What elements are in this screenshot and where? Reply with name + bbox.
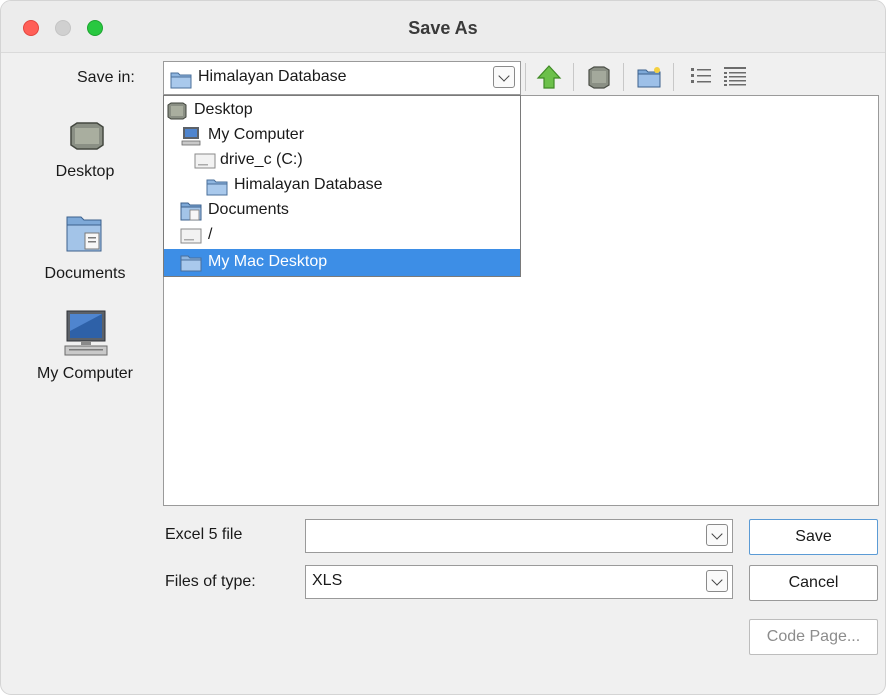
place-desktop[interactable]: Desktop xyxy=(15,119,155,189)
up-folder-icon[interactable] xyxy=(535,63,563,91)
toolbar-separator xyxy=(673,63,674,91)
list-view-icon[interactable] xyxy=(687,63,715,91)
folder-icon xyxy=(206,179,228,196)
computer-icon xyxy=(64,310,108,356)
file-name-dropdown-button[interactable] xyxy=(706,524,728,546)
dropdown-item-label: My Computer xyxy=(208,126,305,143)
toolbar-separator xyxy=(525,63,526,91)
dropdown-item-label: Documents xyxy=(208,201,289,218)
toolbar-separator xyxy=(623,63,624,91)
place-label: Desktop xyxy=(55,163,115,180)
documents-icon xyxy=(180,202,202,221)
details-view-icon[interactable] xyxy=(721,63,749,91)
place-label: My Computer xyxy=(36,365,134,382)
dropdown-item-documents[interactable]: Documents xyxy=(164,198,520,223)
file-type-value: XLS xyxy=(312,572,343,589)
file-type-dropdown-button[interactable] xyxy=(706,570,728,592)
title-bar: Save As xyxy=(1,1,885,53)
dropdown-item-label: Himalayan Database xyxy=(234,176,383,193)
file-name-combo[interactable] xyxy=(305,519,733,553)
dropdown-item-drive-c[interactable]: drive_c (C:) xyxy=(164,148,520,173)
place-my-computer[interactable]: My Computer xyxy=(15,309,155,389)
desktop-icon xyxy=(167,102,187,120)
cancel-button[interactable]: Cancel xyxy=(749,565,878,601)
file-type-combo[interactable]: XLS xyxy=(305,565,733,599)
desktop-icon[interactable] xyxy=(585,63,613,91)
save-in-dropdown-list: Desktop My Computer drive_c (C:) Himalay… xyxy=(163,95,521,277)
drive-icon xyxy=(180,228,202,244)
dropdown-item-himalayan-database[interactable]: Himalayan Database xyxy=(164,173,520,198)
dropdown-item-label: Desktop xyxy=(194,101,253,118)
folder-icon xyxy=(180,255,202,272)
dropdown-item-label: / xyxy=(208,226,213,243)
save-in-label: Save in: xyxy=(77,69,135,86)
save-in-value: Himalayan Database xyxy=(198,68,347,85)
dropdown-item-my-computer[interactable]: My Computer xyxy=(164,123,520,148)
window-title: Save As xyxy=(408,18,478,38)
save-button[interactable]: Save xyxy=(749,519,878,555)
folder-icon xyxy=(170,72,192,89)
computer-icon xyxy=(181,127,201,146)
save-in-dropdown-button[interactable] xyxy=(493,66,515,88)
dropdown-item-root[interactable]: / xyxy=(164,223,520,248)
dropdown-item-my-mac-desktop[interactable]: My Mac Desktop xyxy=(164,249,520,276)
new-folder-icon[interactable] xyxy=(635,63,663,91)
save-in-combo[interactable]: Himalayan Database xyxy=(163,61,521,95)
desktop-icon xyxy=(70,122,104,150)
code-page-button[interactable]: Code Page... xyxy=(749,619,878,655)
drive-icon xyxy=(194,153,216,169)
dropdown-item-desktop[interactable]: Desktop xyxy=(164,98,520,123)
file-name-label: Excel 5 file xyxy=(165,526,243,543)
place-label: Documents xyxy=(44,265,126,282)
documents-icon xyxy=(66,216,102,252)
place-documents[interactable]: Documents xyxy=(15,213,155,293)
dropdown-item-label: My Mac Desktop xyxy=(208,253,328,270)
save-as-dialog: Save As Save in: Himalayan Database Desk… xyxy=(0,0,886,695)
file-type-label: Files of type: xyxy=(165,573,256,590)
dropdown-item-label: drive_c (C:) xyxy=(220,151,303,168)
toolbar-separator xyxy=(573,63,574,91)
